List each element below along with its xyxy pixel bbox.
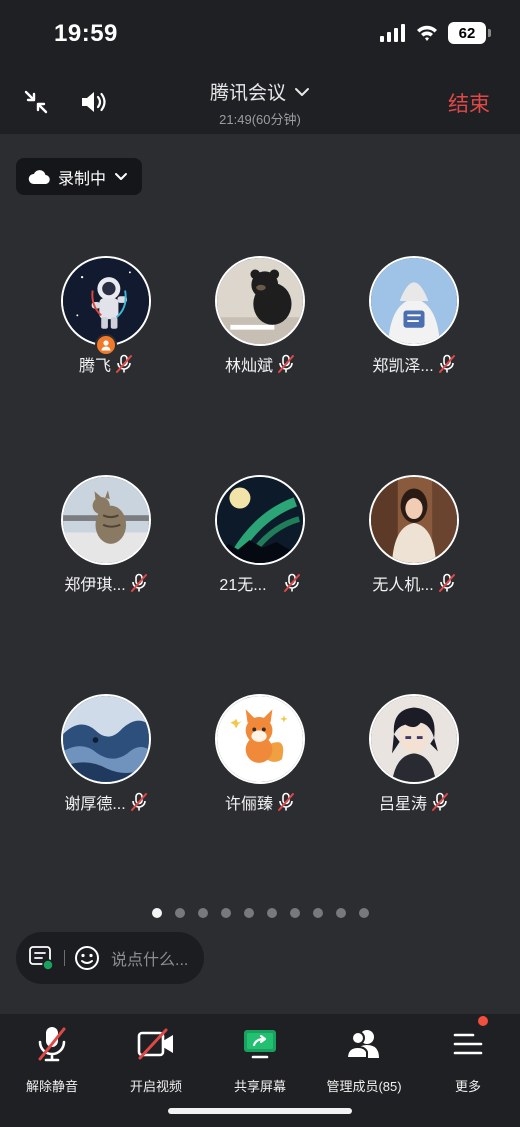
chat-placeholder[interactable]: 说点什么... xyxy=(111,946,188,970)
avatar xyxy=(61,256,151,346)
participant-name: 郑伊琪... xyxy=(64,577,126,594)
bottom-toolbar: 解除静音 开启视频 共享屏幕 管理成员(85) 更多 xyxy=(0,1014,520,1127)
participant-name: 许俪臻 xyxy=(224,796,273,813)
participant-name-row: 21无... xyxy=(190,571,330,595)
home-indicator[interactable] xyxy=(168,1108,352,1114)
mic-muted-icon xyxy=(130,573,147,592)
meeting-title: 腾讯会议 xyxy=(209,83,286,104)
signal-icon xyxy=(380,24,405,42)
page-indicator xyxy=(0,908,520,918)
members-icon xyxy=(345,1030,379,1059)
unmute-label: 解除静音 xyxy=(25,1079,78,1094)
mic-muted-icon xyxy=(278,354,294,373)
manage-members-button[interactable]: 管理成员(85) xyxy=(312,1024,416,1095)
page-dot[interactable] xyxy=(151,908,162,918)
mic-muted-icon xyxy=(438,573,455,592)
more-label: 更多 xyxy=(454,1079,481,1094)
page-dot[interactable] xyxy=(335,908,346,918)
participant-name-row: 郑伊琪... xyxy=(36,571,176,595)
battery-indicator: 62 xyxy=(448,22,491,44)
chevron-down-icon xyxy=(295,87,309,96)
mic-muted-icon xyxy=(116,354,132,373)
end-meeting-button[interactable]: 结束 xyxy=(448,88,490,118)
participant-tile[interactable]: 谢厚德... xyxy=(36,694,176,814)
emoji-icon[interactable] xyxy=(73,944,101,972)
participant-name: 无人机... xyxy=(372,577,434,594)
participant-name: 吕星涛 xyxy=(378,796,427,813)
share-screen-label: 共享屏幕 xyxy=(233,1079,286,1094)
participant-name-row: 吕星涛 xyxy=(344,790,484,814)
participant-name: 21无... xyxy=(219,577,267,594)
participant-name-row: 无人机... xyxy=(344,571,484,595)
recording-indicator[interactable]: 录制中 xyxy=(16,158,143,195)
avatar xyxy=(215,475,305,565)
avatar xyxy=(369,256,459,346)
divider xyxy=(64,950,65,966)
participant-name: 林灿斌 xyxy=(224,358,273,375)
mic-muted-icon xyxy=(278,792,294,811)
participant-name-row: 林灿斌 xyxy=(190,352,330,376)
participant-tile[interactable]: 郑凯泽... xyxy=(344,256,484,376)
participant-name-row: 谢厚德... xyxy=(36,790,176,814)
manage-members-label: 管理成员(85) xyxy=(326,1079,402,1094)
participant-name-row: 郑凯泽... xyxy=(344,352,484,376)
chat-list-icon[interactable] xyxy=(28,944,56,972)
avatar xyxy=(215,694,305,784)
participant-tile[interactable]: 吕星涛 xyxy=(344,694,484,814)
participant-name: 郑凯泽... xyxy=(372,358,434,375)
mic-muted-icon xyxy=(130,792,147,811)
status-icons: 62 xyxy=(380,22,491,44)
avatar xyxy=(369,475,459,565)
participant-tile[interactable]: 21无... xyxy=(190,475,330,595)
meeting-duration: 21:49(60分钟) xyxy=(219,112,301,127)
participant-tile[interactable]: 无人机... xyxy=(344,475,484,595)
avatar xyxy=(215,256,305,346)
avatar xyxy=(369,694,459,784)
video-off-icon xyxy=(137,1028,173,1060)
chat-input-bar[interactable]: 说点什么... xyxy=(16,932,204,984)
participant-name-row: 腾飞 xyxy=(36,352,176,376)
start-video-button[interactable]: 开启视频 xyxy=(104,1024,208,1095)
participant-tile[interactable]: 许俪臻 xyxy=(190,694,330,814)
share-screen-button[interactable]: 共享屏幕 xyxy=(208,1024,312,1095)
share-screen-icon xyxy=(244,1030,276,1059)
cloud-icon xyxy=(28,169,50,184)
notification-dot xyxy=(478,1016,488,1026)
mic-muted-icon xyxy=(438,354,455,373)
menu-icon xyxy=(453,1033,483,1055)
mic-muted-icon xyxy=(432,792,448,811)
avatar xyxy=(61,694,151,784)
participant-name-row: 许俪臻 xyxy=(190,790,330,814)
recording-label: 录制中 xyxy=(58,170,107,188)
chevron-down-icon xyxy=(115,173,128,180)
page-dot[interactable] xyxy=(220,908,231,918)
page-dot[interactable] xyxy=(266,908,277,918)
status-time: 19:59 xyxy=(54,20,118,47)
page-dot[interactable] xyxy=(197,908,208,918)
wifi-icon xyxy=(417,25,437,41)
page-dot[interactable] xyxy=(174,908,185,918)
meeting-title-area[interactable]: 腾讯会议 21:49(60分钟) xyxy=(0,78,520,128)
mic-muted-icon xyxy=(38,1027,66,1062)
page-dot[interactable] xyxy=(289,908,300,918)
participant-name: 腾飞 xyxy=(78,358,111,375)
page-dot[interactable] xyxy=(312,908,323,918)
more-button[interactable]: 更多 xyxy=(416,1016,520,1095)
mic-muted-icon xyxy=(283,573,300,592)
unmute-button[interactable]: 解除静音 xyxy=(0,1024,104,1095)
participant-name: 谢厚德... xyxy=(64,796,126,813)
status-bar: 19:59 62 xyxy=(0,0,520,70)
page-dot[interactable] xyxy=(358,908,369,918)
page-dot[interactable] xyxy=(243,908,254,918)
participant-tile[interactable]: 林灿斌 xyxy=(190,256,330,376)
meeting-header: 腾讯会议 21:49(60分钟) 结束 xyxy=(0,70,520,134)
participant-tile[interactable]: 郑伊琪... xyxy=(36,475,176,595)
start-video-label: 开启视频 xyxy=(129,1079,182,1094)
participant-tile[interactable]: 腾飞 xyxy=(36,256,176,376)
avatar xyxy=(61,475,151,565)
